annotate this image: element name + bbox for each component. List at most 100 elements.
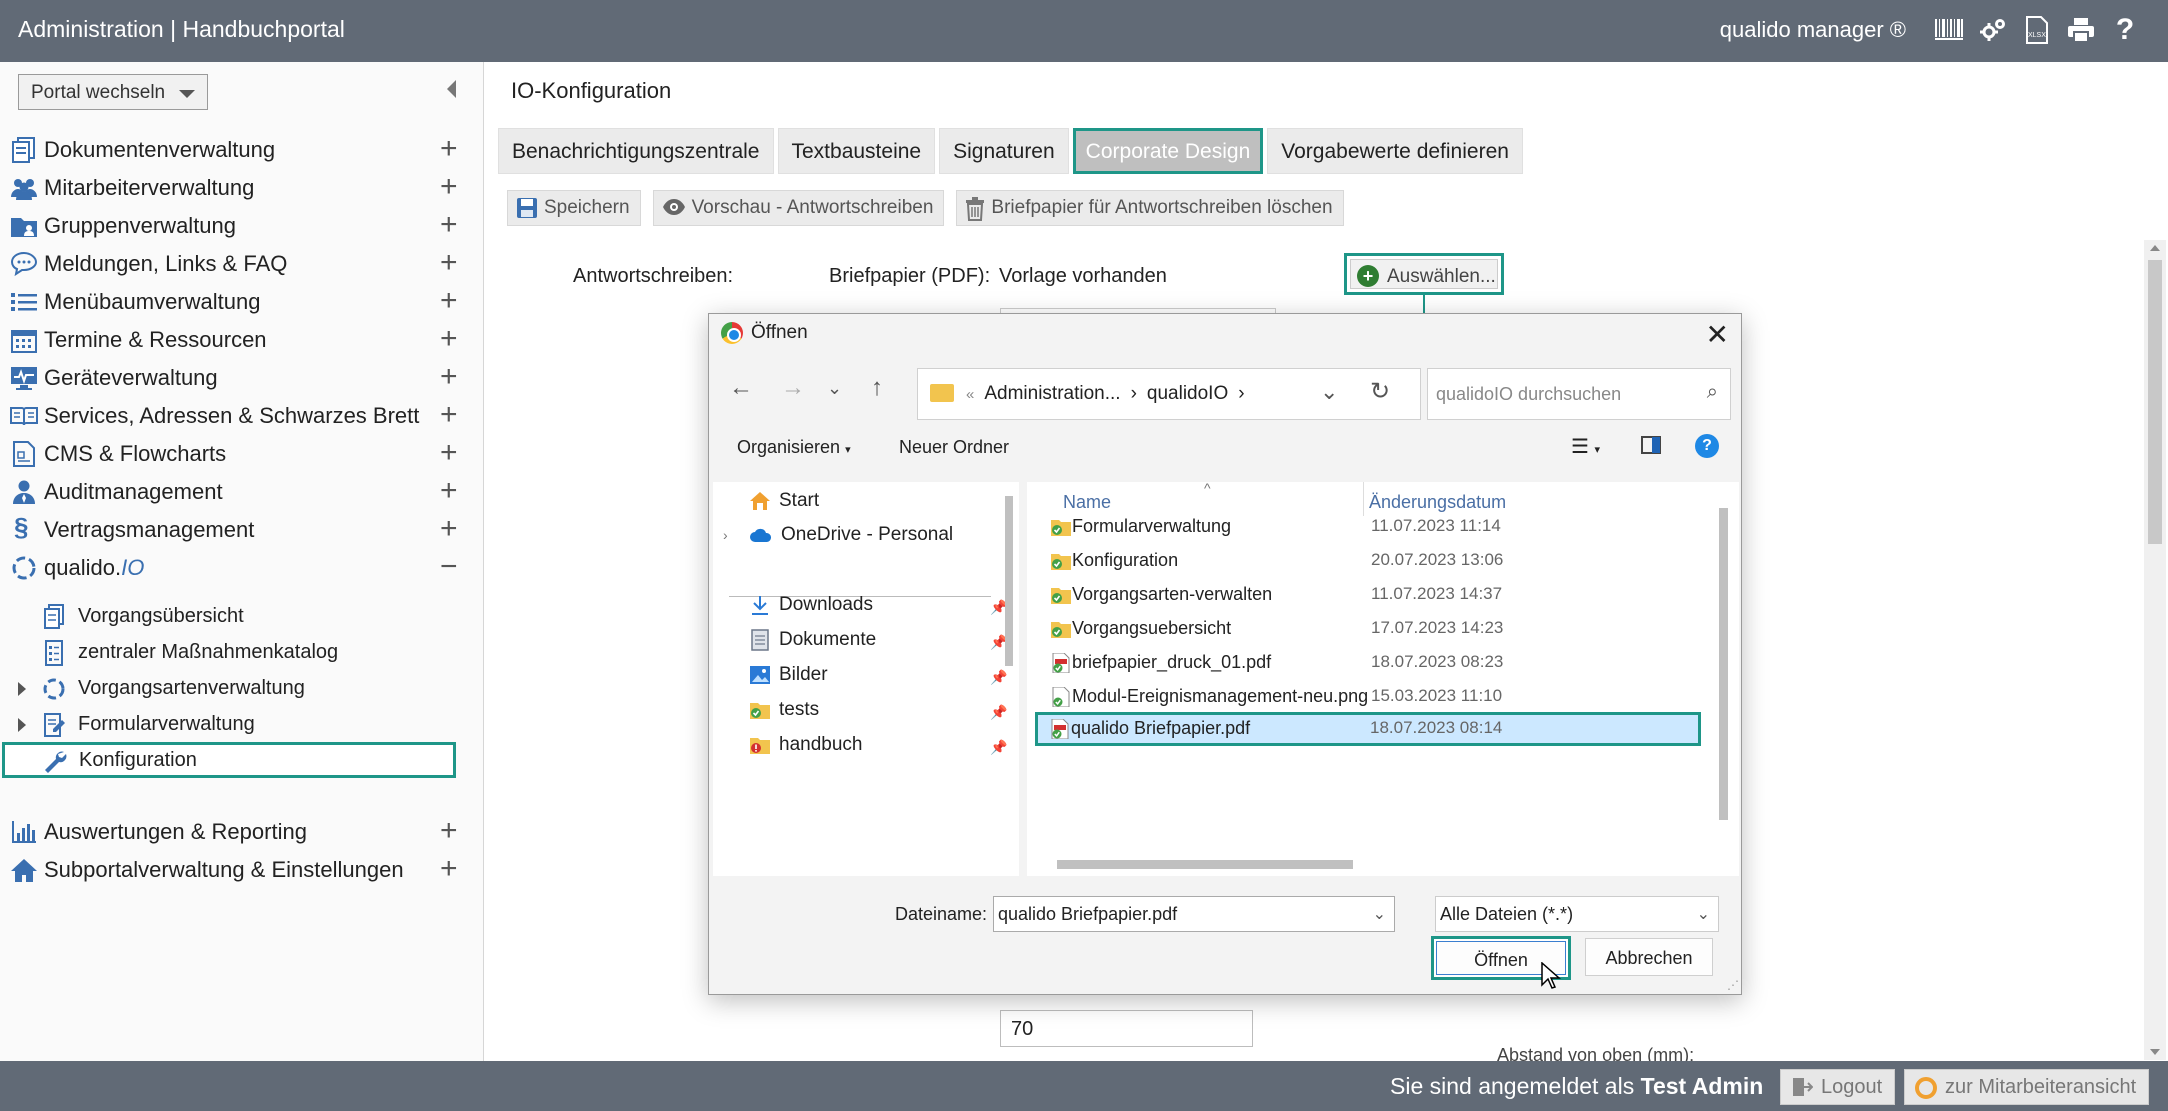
- file-date: 15.03.2023 11:10: [1371, 686, 1503, 705]
- pin-icon[interactable]: 📌: [990, 739, 1007, 756]
- help-circle-icon[interactable]: ?: [1695, 434, 1719, 458]
- expand-icon[interactable]: +: [440, 210, 458, 240]
- tab-benachrichtigungszentrale[interactable]: Benachrichtigungszentrale: [498, 128, 774, 174]
- gears-icon[interactable]: [1978, 12, 2008, 48]
- breadcrumb-administration[interactable]: Administration...: [984, 383, 1120, 404]
- nav-bilder[interactable]: Bilder: [749, 664, 828, 686]
- breadcrumb-qualidoio[interactable]: qualidoIO: [1147, 383, 1228, 404]
- nav-start[interactable]: Start: [749, 490, 819, 512]
- preview-button[interactable]: Vorschau - Antwortschreiben: [652, 190, 945, 226]
- sidebar-subitem-vorgangsuebersicht[interactable]: Vorgangsübersicht: [0, 598, 484, 634]
- help-icon[interactable]: ?: [2110, 12, 2140, 48]
- file-row-selected[interactable]: qualido Briefpapier.pdf 18.07.2023 08:14: [1035, 712, 1701, 746]
- address-bar[interactable]: « Administration... › qualidoIO › ⌄ ↻: [917, 368, 1421, 420]
- tab-vorgabewerte[interactable]: Vorgabewerte definieren: [1267, 128, 1523, 174]
- barcode-icon[interactable]: [1934, 12, 1964, 48]
- login-prefix: Sie sind angemeldet als: [1390, 1073, 1641, 1099]
- expand-icon[interactable]: +: [440, 248, 458, 278]
- expand-icon[interactable]: +: [440, 438, 458, 468]
- resize-grip-icon[interactable]: ⋰: [1727, 978, 1739, 992]
- up-arrow-icon[interactable]: ↑: [871, 374, 883, 402]
- file-row[interactable]: Modul-Ereignismanagement-neu.png 15.03.2…: [1037, 680, 1699, 714]
- scroll-up-icon[interactable]: [2150, 245, 2160, 251]
- organize-menu[interactable]: Organisieren ▾: [737, 437, 851, 458]
- sidebar-subitem-formularverwaltung[interactable]: Formularverwaltung: [0, 706, 484, 742]
- tab-textbausteine[interactable]: Textbausteine: [777, 128, 936, 174]
- file-row[interactable]: Konfiguration 20.07.2023 13:06: [1037, 544, 1699, 578]
- dialog-title: Öffnen: [751, 322, 808, 343]
- expand-icon[interactable]: +: [440, 172, 458, 202]
- scroll-thumb[interactable]: [2148, 260, 2162, 544]
- employee-view-button[interactable]: zur Mitarbeiteransicht: [1904, 1069, 2150, 1105]
- pin-icon[interactable]: 📌: [990, 669, 1007, 686]
- collapse-icon[interactable]: −: [440, 552, 458, 582]
- documents-icon: [12, 137, 35, 163]
- back-arrow-icon[interactable]: ←: [729, 374, 753, 402]
- nav-handbuch[interactable]: handbuch: [749, 734, 862, 756]
- file-row[interactable]: Vorgangsarten-verwalten 11.07.2023 14:37: [1037, 578, 1699, 612]
- chevron-down-icon[interactable]: ⌄: [1697, 904, 1710, 924]
- select-file-inner: + Auswählen...: [1350, 259, 1498, 289]
- file-row[interactable]: briefpapier_druck_01.pdf 18.07.2023 08:2…: [1037, 646, 1699, 680]
- expand-icon[interactable]: +: [440, 286, 458, 316]
- abstand-input[interactable]: 70: [1000, 1010, 1253, 1047]
- cms-icon: [13, 441, 35, 467]
- file-list-vscrollbar[interactable]: [1719, 508, 1728, 820]
- nav-label: Dokumente: [779, 629, 877, 650]
- logout-button[interactable]: Logout: [1780, 1069, 1896, 1105]
- sidebar-item-subportalverwaltung[interactable]: Subportalverwaltung & Einstellungen +: [0, 844, 484, 896]
- scroll-down-icon[interactable]: [2150, 1049, 2160, 1055]
- expand-icon[interactable]: +: [440, 816, 458, 846]
- portal-select[interactable]: Portal wechseln: [18, 74, 208, 110]
- tab-corporate-design[interactable]: Corporate Design: [1072, 128, 1264, 174]
- file-row[interactable]: Formularverwaltung 11.07.2023 11:14: [1037, 510, 1699, 544]
- sidebar-item-qualido-io[interactable]: qualido.IO −: [0, 542, 484, 594]
- sidebar-subitem-vorgangsartenverwaltung[interactable]: Vorgangsartenverwaltung: [0, 670, 484, 706]
- close-icon[interactable]: ✕: [1706, 318, 1729, 351]
- breadcrumb-overflow[interactable]: «: [966, 386, 974, 403]
- pin-icon[interactable]: 📌: [990, 704, 1007, 721]
- nav-onedrive[interactable]: › OneDrive - Personal: [723, 524, 953, 546]
- nav-pane-scrollbar[interactable]: [1005, 496, 1013, 666]
- search-input[interactable]: qualidoIO durchsuchen ⌕: [1427, 368, 1731, 420]
- chevron-down-icon[interactable]: ⌄: [1373, 904, 1386, 924]
- file-row[interactable]: Vorgangsuebersicht 17.07.2023 14:23: [1037, 612, 1699, 646]
- expand-arrow-icon[interactable]: [18, 682, 26, 696]
- refresh-icon[interactable]: ↻: [1370, 377, 1390, 406]
- sidebar-subitem-konfiguration[interactable]: Konfiguration: [2, 742, 456, 778]
- preview-pane-icon[interactable]: [1641, 436, 1661, 459]
- select-file-button[interactable]: + Auswählen...: [1344, 253, 1504, 295]
- new-folder-button[interactable]: Neuer Ordner: [899, 437, 1009, 458]
- expand-icon[interactable]: +: [440, 400, 458, 430]
- group-folder-icon: [11, 218, 37, 237]
- file-list-hscrollbar[interactable]: [1057, 860, 1353, 869]
- breadcrumb-separator[interactable]: ›: [1238, 383, 1244, 404]
- expand-icon[interactable]: +: [440, 476, 458, 506]
- recent-chevron-icon[interactable]: ⌄: [827, 378, 842, 399]
- filename-input[interactable]: qualido Briefpapier.pdf ⌄: [993, 896, 1395, 932]
- breadcrumb-separator[interactable]: ›: [1131, 383, 1137, 404]
- nav-tests[interactable]: tests: [749, 699, 819, 721]
- nav-dokumente[interactable]: Dokumente: [749, 629, 876, 651]
- collapse-sidebar-icon[interactable]: [447, 80, 456, 98]
- nav-downloads[interactable]: Downloads: [749, 594, 873, 616]
- tab-signaturen[interactable]: Signaturen: [939, 128, 1069, 174]
- expand-icon[interactable]: +: [440, 514, 458, 544]
- view-list-icon[interactable]: ☰ ▾: [1571, 434, 1600, 459]
- expand-icon[interactable]: +: [440, 134, 458, 164]
- chevron-down-icon[interactable]: ⌄: [1320, 379, 1338, 405]
- save-button[interactable]: Speichern: [507, 190, 641, 226]
- xlsx-icon[interactable]: XLSX: [2022, 12, 2052, 48]
- expand-icon[interactable]: +: [440, 854, 458, 884]
- expand-arrow-icon[interactable]: [18, 718, 26, 732]
- forward-arrow-icon[interactable]: →: [781, 374, 805, 402]
- delete-letterhead-button[interactable]: Briefpapier für Antwortschreiben löschen: [956, 190, 1344, 226]
- expand-icon[interactable]: +: [440, 362, 458, 392]
- chevron-right-icon[interactable]: ›: [723, 527, 741, 543]
- cancel-button[interactable]: Abbrechen: [1585, 938, 1713, 976]
- filetype-select[interactable]: Alle Dateien (*.*) ⌄: [1435, 896, 1719, 932]
- printer-icon[interactable]: [2066, 12, 2096, 48]
- expand-icon[interactable]: +: [440, 324, 458, 354]
- sidebar-subitem-massnahmenkatalog[interactable]: zentraler Maßnahmenkatalog: [0, 634, 484, 670]
- page-scrollbar[interactable]: [2144, 240, 2166, 1060]
